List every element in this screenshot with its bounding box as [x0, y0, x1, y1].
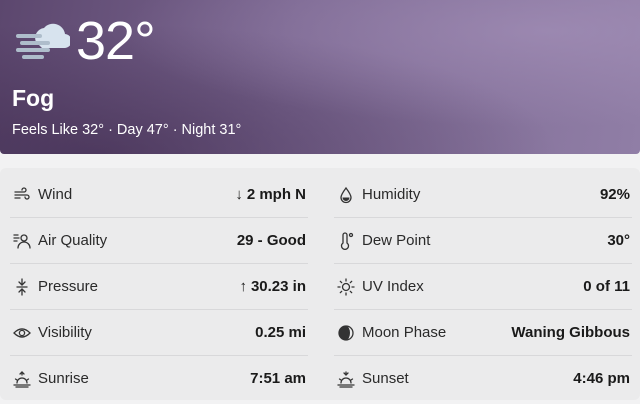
moon-icon: [336, 323, 356, 343]
air-quality-icon: [12, 231, 32, 251]
sunset-icon: [336, 369, 356, 389]
detail-label: Air Quality: [38, 232, 108, 249]
current-conditions-hero: 32° Fog Feels Like 32° · Day 47° · Night…: [0, 0, 640, 154]
detail-label: Pressure: [38, 278, 99, 295]
detail-value: 92%: [599, 186, 630, 203]
detail-label: Sunset: [362, 370, 409, 387]
detail-row-air-quality: Air Quality 29 - Good: [10, 218, 308, 264]
detail-row-wind: Wind ↓ 2 mph N: [10, 172, 308, 218]
wind-icon: [12, 185, 32, 205]
detail-label: Sunrise: [38, 370, 89, 387]
sun-icon: [336, 277, 356, 297]
detail-value: 0 of 11: [583, 278, 630, 295]
detail-label: Dew Point: [362, 232, 431, 249]
details-left-column: Wind ↓ 2 mph N Air Quality 29 - Good Pres…: [10, 172, 308, 401]
detail-row-dew-point: Dew Point 30°: [334, 218, 632, 264]
weather-details-card: Wind ↓ 2 mph N Air Quality 29 - Good Pres…: [0, 168, 640, 400]
detail-value: Waning Gibbous: [511, 324, 630, 341]
detail-label: Wind: [38, 186, 73, 203]
eye-icon: [12, 323, 32, 343]
droplet-icon: [336, 185, 356, 205]
detail-row-humidity: Humidity 92%: [334, 172, 632, 218]
condition-label: Fog: [12, 85, 55, 111]
detail-row-sunset: Sunset 4:46 pm: [334, 356, 632, 401]
detail-value: 0.25 mi: [255, 324, 306, 341]
detail-value: 30°: [607, 232, 630, 249]
detail-row-uv-index: UV Index 0 of 11: [334, 264, 632, 310]
sunrise-icon: [12, 369, 32, 389]
details-right-column: Humidity 92% Dew Point 30° UV Index 0 of…: [334, 172, 632, 401]
fog-icon: [14, 16, 70, 66]
detail-value: 4:46 pm: [573, 370, 630, 387]
thermometer-icon: [336, 231, 356, 251]
detail-value: 29 - Good: [236, 232, 306, 249]
pressure-value: 30.23 in: [250, 278, 306, 295]
current-temperature: 32°: [76, 11, 156, 71]
wind-direction-arrow: ↓: [235, 186, 243, 203]
detail-row-pressure: Pressure ↑ 30.23 in: [10, 264, 308, 310]
detail-label: Moon Phase: [362, 324, 447, 341]
detail-row-visibility: Visibility 0.25 mi: [10, 310, 308, 356]
detail-label: Humidity: [362, 186, 421, 203]
wind-value: 2 mph N: [246, 186, 306, 203]
detail-row-sunrise: Sunrise 7:51 am: [10, 356, 308, 401]
detail-value: 7:51 am: [250, 370, 306, 387]
pressure-icon: [12, 277, 32, 297]
detail-label: UV Index: [362, 278, 424, 295]
detail-value: ↑ 30.23 in: [239, 278, 308, 295]
feels-like-summary: Feels Like 32° · Day 47° · Night 31°: [12, 122, 242, 138]
detail-row-moon-phase: Moon Phase Waning Gibbous: [334, 310, 632, 356]
detail-value: ↓ 2 mph N: [235, 186, 308, 203]
pressure-trend-arrow: ↑: [239, 278, 247, 295]
detail-label: Visibility: [38, 324, 92, 341]
